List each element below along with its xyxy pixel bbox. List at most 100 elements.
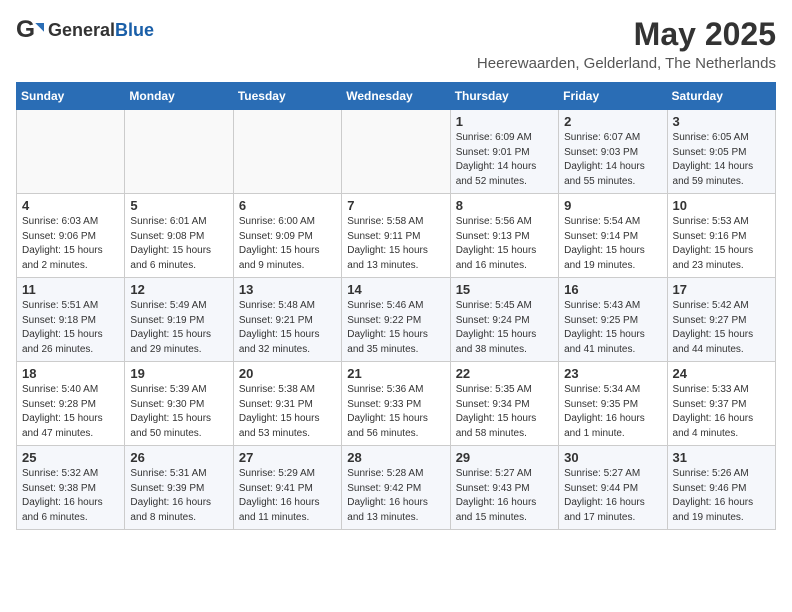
day-info: Sunrise: 6:05 AM Sunset: 9:05 PM Dayligh…: [673, 131, 770, 189]
day-info: Sunrise: 5:48 AM Sunset: 9:21 PM Dayligh…: [239, 299, 336, 357]
day-info: Sunrise: 5:56 AM Sunset: 9:13 PM Dayligh…: [456, 215, 553, 273]
calendar-cell: 6 Sunrise: 6:00 AM Sunset: 9:09 PM Daylig…: [233, 194, 341, 278]
calendar-cell: 5 Sunrise: 6:01 AM Sunset: 9:08 PM Daylig…: [125, 194, 233, 278]
logo-blue-text: Blue: [115, 20, 154, 40]
calendar-cell: [17, 110, 125, 194]
calendar-cell: 12Sunrise: 5:49 AM Sunset: 9:19 PM Dayli…: [125, 278, 233, 362]
day-number: 10: [673, 198, 770, 213]
weekday-header-friday: Friday: [559, 83, 667, 110]
weekday-header-saturday: Saturday: [667, 83, 775, 110]
day-number: 29: [456, 450, 553, 465]
day-info: Sunrise: 5:43 AM Sunset: 9:25 PM Dayligh…: [564, 299, 661, 357]
day-number: 15: [456, 282, 553, 297]
week-row-4: 18Sunrise: 5:40 AM Sunset: 9:28 PM Dayli…: [17, 362, 776, 446]
day-number: 27: [239, 450, 336, 465]
day-info: Sunrise: 5:27 AM Sunset: 9:44 PM Dayligh…: [564, 467, 661, 525]
day-info: Sunrise: 6:00 AM Sunset: 9:09 PM Dayligh…: [239, 215, 336, 273]
day-number: 7: [347, 198, 444, 213]
day-number: 11: [22, 282, 119, 297]
calendar-cell: [125, 110, 233, 194]
calendar-cell: 10 Sunrise: 5:53 AM Sunset: 9:16 PM Dayli…: [667, 194, 775, 278]
logo-icon: G: [16, 16, 44, 44]
calendar-cell: 29Sunrise: 5:27 AM Sunset: 9:43 PM Dayli…: [450, 446, 558, 530]
day-number: 5: [130, 198, 227, 213]
day-info: Sunrise: 5:45 AM Sunset: 9:24 PM Dayligh…: [456, 299, 553, 357]
calendar-cell: 20Sunrise: 5:38 AM Sunset: 9:31 PM Dayli…: [233, 362, 341, 446]
day-number: 30: [564, 450, 661, 465]
day-number: 8: [456, 198, 553, 213]
calendar-cell: 15 Sunrise: 5:45 AM Sunset: 9:24 PM Dayli…: [450, 278, 558, 362]
calendar-cell: 25 Sunrise: 5:32 AM Sunset: 9:38 PM Dayli…: [17, 446, 125, 530]
week-row-2: 4 Sunrise: 6:03 AM Sunset: 9:06 PM Daylig…: [17, 194, 776, 278]
weekday-header-row: SundayMondayTuesdayWednesdayThursdayFrid…: [17, 83, 776, 110]
calendar-cell: 7 Sunrise: 5:58 AM Sunset: 9:11 PM Daylig…: [342, 194, 450, 278]
day-number: 21: [347, 366, 444, 381]
day-number: 20: [239, 366, 336, 381]
calendar-cell: 16 Sunrise: 5:43 AM Sunset: 9:25 PM Dayli…: [559, 278, 667, 362]
day-number: 31: [673, 450, 770, 465]
day-info: Sunrise: 5:31 AM Sunset: 9:39 PM Dayligh…: [130, 467, 227, 525]
calendar-cell: 31Sunrise: 5:26 AM Sunset: 9:46 PM Dayli…: [667, 446, 775, 530]
day-number: 4: [22, 198, 119, 213]
calendar-table: SundayMondayTuesdayWednesdayThursdayFrid…: [16, 82, 776, 530]
calendar-cell: 21Sunrise: 5:36 AM Sunset: 9:33 PM Dayli…: [342, 362, 450, 446]
day-number: 26: [130, 450, 227, 465]
svg-text:G: G: [16, 16, 35, 43]
day-info: Sunrise: 5:58 AM Sunset: 9:11 PM Dayligh…: [347, 215, 444, 273]
day-info: Sunrise: 5:53 AM Sunset: 9:16 PM Dayligh…: [673, 215, 770, 273]
title-month: May 2025: [477, 16, 776, 53]
calendar-cell: 24 Sunrise: 5:33 AM Sunset: 9:37 PM Dayli…: [667, 362, 775, 446]
calendar-cell: 11 Sunrise: 5:51 AM Sunset: 9:18 PM Dayli…: [17, 278, 125, 362]
calendar-cell: 30 Sunrise: 5:27 AM Sunset: 9:44 PM Dayli…: [559, 446, 667, 530]
day-number: 22: [456, 366, 553, 381]
day-number: 24: [673, 366, 770, 381]
day-info: Sunrise: 5:54 AM Sunset: 9:14 PM Dayligh…: [564, 215, 661, 273]
calendar-cell: 8 Sunrise: 5:56 AM Sunset: 9:13 PM Daylig…: [450, 194, 558, 278]
day-info: Sunrise: 5:51 AM Sunset: 9:18 PM Dayligh…: [22, 299, 119, 357]
day-info: Sunrise: 5:39 AM Sunset: 9:30 PM Dayligh…: [130, 383, 227, 441]
calendar-cell: 27 Sunrise: 5:29 AM Sunset: 9:41 PM Dayli…: [233, 446, 341, 530]
calendar-cell: 23 Sunrise: 5:34 AM Sunset: 9:35 PM Dayli…: [559, 362, 667, 446]
day-number: 25: [22, 450, 119, 465]
day-number: 1: [456, 114, 553, 129]
day-info: Sunrise: 5:46 AM Sunset: 9:22 PM Dayligh…: [347, 299, 444, 357]
calendar-cell: 18Sunrise: 5:40 AM Sunset: 9:28 PM Dayli…: [17, 362, 125, 446]
week-row-1: 1Sunrise: 6:09 AM Sunset: 9:01 PM Daylig…: [17, 110, 776, 194]
day-info: Sunrise: 5:35 AM Sunset: 9:34 PM Dayligh…: [456, 383, 553, 441]
calendar-cell: 26 Sunrise: 5:31 AM Sunset: 9:39 PM Dayli…: [125, 446, 233, 530]
calendar-cell: 13 Sunrise: 5:48 AM Sunset: 9:21 PM Dayli…: [233, 278, 341, 362]
day-info: Sunrise: 6:03 AM Sunset: 9:06 PM Dayligh…: [22, 215, 119, 273]
page-header: G GeneralBlue May 2025 Heerewaarden, Gel…: [16, 16, 776, 72]
title-block: May 2025 Heerewaarden, Gelderland, The N…: [477, 16, 776, 72]
weekday-header-monday: Monday: [125, 83, 233, 110]
day-number: 16: [564, 282, 661, 297]
weekday-header-tuesday: Tuesday: [233, 83, 341, 110]
weekday-header-sunday: Sunday: [17, 83, 125, 110]
day-number: 18: [22, 366, 119, 381]
day-info: Sunrise: 6:01 AM Sunset: 9:08 PM Dayligh…: [130, 215, 227, 273]
calendar-cell: 19Sunrise: 5:39 AM Sunset: 9:30 PM Dayli…: [125, 362, 233, 446]
day-info: Sunrise: 5:29 AM Sunset: 9:41 PM Dayligh…: [239, 467, 336, 525]
calendar-cell: 9 Sunrise: 5:54 AM Sunset: 9:14 PM Daylig…: [559, 194, 667, 278]
week-row-5: 25 Sunrise: 5:32 AM Sunset: 9:38 PM Dayli…: [17, 446, 776, 530]
day-number: 17: [673, 282, 770, 297]
day-info: Sunrise: 5:34 AM Sunset: 9:35 PM Dayligh…: [564, 383, 661, 441]
day-info: Sunrise: 5:33 AM Sunset: 9:37 PM Dayligh…: [673, 383, 770, 441]
day-number: 6: [239, 198, 336, 213]
day-info: Sunrise: 5:28 AM Sunset: 9:42 PM Dayligh…: [347, 467, 444, 525]
title-location: Heerewaarden, Gelderland, The Netherland…: [477, 55, 776, 72]
day-info: Sunrise: 5:42 AM Sunset: 9:27 PM Dayligh…: [673, 299, 770, 357]
day-number: 28: [347, 450, 444, 465]
calendar-cell: [233, 110, 341, 194]
weekday-header-thursday: Thursday: [450, 83, 558, 110]
calendar-cell: [342, 110, 450, 194]
day-number: 13: [239, 282, 336, 297]
calendar-cell: 17 Sunrise: 5:42 AM Sunset: 9:27 PM Dayli…: [667, 278, 775, 362]
day-number: 23: [564, 366, 661, 381]
day-info: Sunrise: 5:32 AM Sunset: 9:38 PM Dayligh…: [22, 467, 119, 525]
day-number: 9: [564, 198, 661, 213]
calendar-cell: 14Sunrise: 5:46 AM Sunset: 9:22 PM Dayli…: [342, 278, 450, 362]
calendar-cell: 22 Sunrise: 5:35 AM Sunset: 9:34 PM Dayli…: [450, 362, 558, 446]
calendar-cell: 28 Sunrise: 5:28 AM Sunset: 9:42 PM Dayli…: [342, 446, 450, 530]
week-row-3: 11 Sunrise: 5:51 AM Sunset: 9:18 PM Dayli…: [17, 278, 776, 362]
